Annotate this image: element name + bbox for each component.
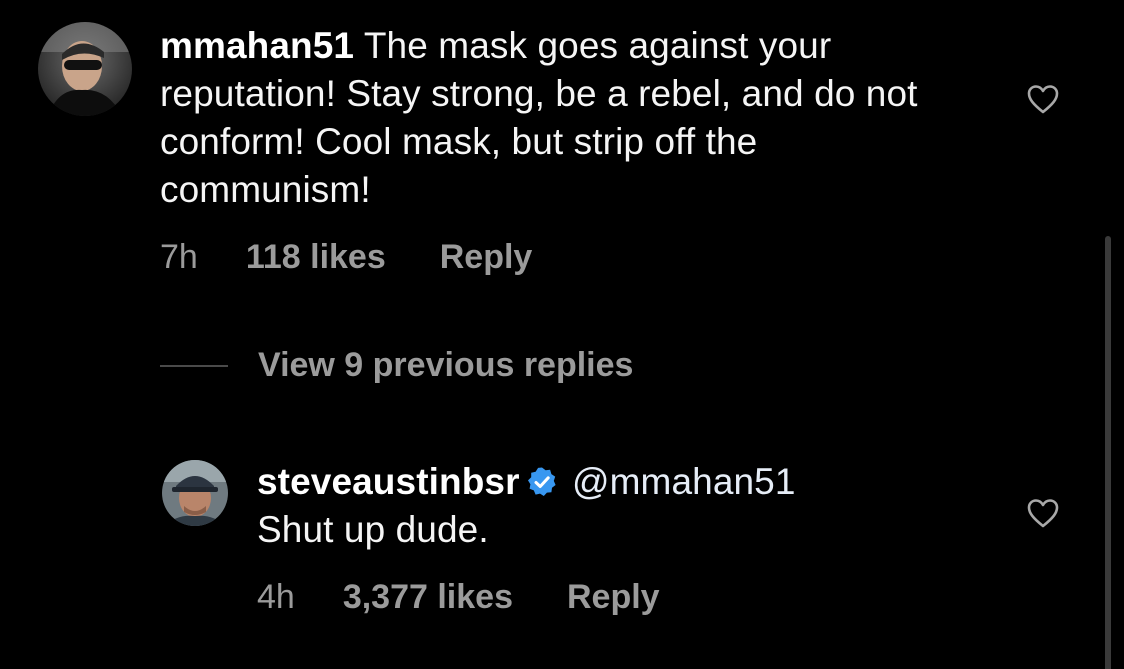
comment-time: 7h bbox=[160, 238, 198, 276]
view-replies-label: View 9 previous replies bbox=[258, 346, 634, 384]
comment-time: 4h bbox=[257, 578, 295, 616]
comment-likes[interactable]: 118 likes bbox=[246, 238, 386, 277]
comment-meta: 7h 118 likes Reply bbox=[160, 238, 532, 277]
avatar[interactable] bbox=[162, 460, 228, 526]
verified-badge-icon bbox=[527, 467, 556, 496]
comment-message: Shut up dude. bbox=[257, 509, 489, 550]
comment-likes[interactable]: 3,377 likes bbox=[343, 578, 513, 617]
comment-username[interactable]: mmahan51 bbox=[160, 25, 354, 66]
comment-meta: 4h 3,377 likes Reply bbox=[257, 578, 660, 617]
heart-icon[interactable] bbox=[1027, 84, 1059, 114]
reply-button[interactable]: Reply bbox=[567, 578, 660, 617]
mention-link[interactable]: @mmahan51 bbox=[572, 461, 796, 502]
comment-body: steveaustinbsr @mmahan51 Shut up dude. bbox=[257, 458, 957, 554]
comment-text: mmahan51 The mask goes against your repu… bbox=[160, 22, 960, 214]
comment-text: steveaustinbsr @mmahan51 Shut up dude. bbox=[257, 458, 957, 554]
profile-photo-icon bbox=[38, 22, 132, 116]
divider-line bbox=[160, 364, 228, 367]
scrollbar[interactable] bbox=[1105, 236, 1111, 669]
profile-photo-icon bbox=[162, 460, 228, 526]
comment-username[interactable]: steveaustinbsr bbox=[257, 461, 520, 502]
heart-icon[interactable] bbox=[1027, 498, 1059, 528]
reply-button[interactable]: Reply bbox=[440, 238, 533, 277]
view-previous-replies[interactable]: View 9 previous replies bbox=[160, 346, 633, 385]
avatar[interactable] bbox=[38, 22, 132, 116]
comments-screen: mmahan51 The mask goes against your repu… bbox=[0, 0, 1124, 669]
comment-body: mmahan51 The mask goes against your repu… bbox=[160, 22, 960, 214]
